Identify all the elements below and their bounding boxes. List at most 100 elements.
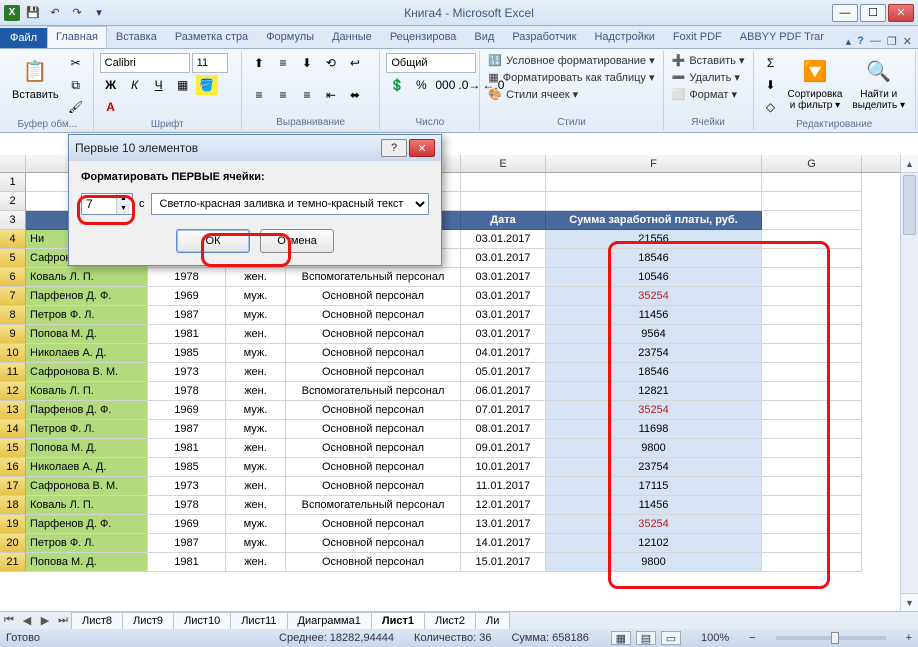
comma-icon[interactable]: 000 bbox=[434, 75, 456, 95]
cell[interactable]: 03.01.2017 bbox=[461, 325, 546, 344]
cell[interactable]: Основной персонал bbox=[286, 363, 461, 382]
cell[interactable]: Парфенов Д. Ф. bbox=[26, 287, 148, 306]
spin-up-icon[interactable]: ▲ bbox=[116, 194, 130, 204]
cell[interactable] bbox=[762, 477, 862, 496]
cell[interactable] bbox=[546, 192, 762, 211]
cell[interactable]: 11456 bbox=[546, 306, 762, 325]
row-header[interactable]: 15 bbox=[0, 439, 26, 458]
cell[interactable]: Основной персонал bbox=[286, 306, 461, 325]
underline-button[interactable]: Ч bbox=[148, 75, 170, 95]
col-header[interactable]: E bbox=[461, 155, 546, 172]
cell[interactable]: жен. bbox=[226, 325, 286, 344]
cell[interactable]: Основной персонал bbox=[286, 420, 461, 439]
page-break-view-icon[interactable]: ▭ bbox=[661, 631, 681, 645]
cell[interactable]: Основной персонал bbox=[286, 344, 461, 363]
cell[interactable]: 1987 bbox=[148, 306, 226, 325]
sheet-nav-last-icon[interactable]: ⏭ bbox=[54, 614, 72, 627]
cell[interactable]: 1981 bbox=[148, 553, 226, 572]
cell[interactable]: муж. bbox=[226, 287, 286, 306]
cut-icon[interactable]: ✂ bbox=[65, 53, 87, 73]
cell[interactable] bbox=[762, 211, 862, 230]
row-header[interactable]: 10 bbox=[0, 344, 26, 363]
page-layout-view-icon[interactable]: ▤ bbox=[636, 631, 656, 645]
cell[interactable]: муж. bbox=[226, 344, 286, 363]
ribbon-tab[interactable]: Вид bbox=[465, 26, 503, 48]
cell[interactable] bbox=[762, 496, 862, 515]
clear-icon[interactable]: ◇ bbox=[760, 97, 782, 117]
cell[interactable] bbox=[762, 382, 862, 401]
align-top-icon[interactable]: ⬆ bbox=[248, 53, 270, 73]
inc-decimal-icon[interactable]: .0→ bbox=[458, 75, 480, 95]
cell[interactable]: 10.01.2017 bbox=[461, 458, 546, 477]
save-icon[interactable]: 💾 bbox=[24, 4, 42, 22]
minimize-ribbon-icon[interactable]: ▴ bbox=[846, 35, 852, 48]
cell[interactable]: муж. bbox=[226, 534, 286, 553]
cell[interactable]: 1973 bbox=[148, 363, 226, 382]
cell[interactable]: 03.01.2017 bbox=[461, 230, 546, 249]
fill-color-button[interactable]: 🪣 bbox=[196, 75, 218, 95]
cell[interactable] bbox=[762, 287, 862, 306]
cell[interactable]: 1985 bbox=[148, 344, 226, 363]
sheet-tab[interactable]: Лист8 bbox=[71, 612, 123, 629]
cell[interactable]: 21556 bbox=[546, 230, 762, 249]
cell[interactable]: жен. bbox=[226, 363, 286, 382]
cell[interactable]: Парфенов Д. Ф. bbox=[26, 515, 148, 534]
cell[interactable]: 1978 bbox=[148, 496, 226, 515]
sheet-tab[interactable]: Лист10 bbox=[173, 612, 231, 629]
cell[interactable]: муж. bbox=[226, 420, 286, 439]
cell[interactable]: 05.01.2017 bbox=[461, 363, 546, 382]
sheet-tab[interactable]: Лист2 bbox=[424, 612, 476, 629]
cell[interactable]: 11698 bbox=[546, 420, 762, 439]
cell[interactable]: 09.01.2017 bbox=[461, 439, 546, 458]
workbook-minimize-icon[interactable]: — bbox=[870, 35, 881, 48]
file-tab[interactable]: Файл bbox=[0, 28, 47, 48]
spin-down-icon[interactable]: ▼ bbox=[116, 204, 130, 214]
cell[interactable]: Сафронова В. М. bbox=[26, 477, 148, 496]
cell[interactable] bbox=[762, 363, 862, 382]
border-button[interactable]: ▦ bbox=[172, 75, 194, 95]
cell[interactable]: 1985 bbox=[148, 458, 226, 477]
row-header[interactable]: 21 bbox=[0, 553, 26, 572]
find-select-button[interactable]: 🔍 Найти и выделить ▾ bbox=[848, 53, 909, 113]
sheet-tab[interactable]: Лист1 bbox=[371, 612, 425, 629]
cell[interactable]: Основной персонал bbox=[286, 477, 461, 496]
cell[interactable]: Основной персонал bbox=[286, 553, 461, 572]
row-header[interactable]: 2 bbox=[0, 192, 26, 211]
row-header[interactable]: 5 bbox=[0, 249, 26, 268]
cell[interactable]: жен. bbox=[226, 496, 286, 515]
cell[interactable] bbox=[762, 173, 862, 192]
cell[interactable]: 12821 bbox=[546, 382, 762, 401]
cell[interactable]: 1981 bbox=[148, 439, 226, 458]
cell[interactable]: 35254 bbox=[546, 287, 762, 306]
row-header[interactable]: 4 bbox=[0, 230, 26, 249]
redo-icon[interactable]: ↷ bbox=[68, 4, 86, 22]
count-spinner[interactable]: ▲▼ bbox=[81, 193, 133, 215]
number-format-select[interactable]: Общий bbox=[386, 53, 476, 73]
undo-icon[interactable]: ↶ bbox=[46, 4, 64, 22]
cell[interactable]: 1978 bbox=[148, 268, 226, 287]
help-icon[interactable]: ? bbox=[857, 35, 864, 48]
cell[interactable]: Николаев А. Д. bbox=[26, 458, 148, 477]
cell[interactable] bbox=[762, 306, 862, 325]
cell[interactable]: 10546 bbox=[546, 268, 762, 287]
row-header[interactable]: 9 bbox=[0, 325, 26, 344]
zoom-in-icon[interactable]: + bbox=[906, 632, 912, 644]
sort-filter-button[interactable]: 🔽 Сортировка и фильтр ▾ bbox=[784, 53, 847, 113]
row-header[interactable]: 1 bbox=[0, 173, 26, 192]
row-header[interactable]: 18 bbox=[0, 496, 26, 515]
cell[interactable]: Основной персонал bbox=[286, 325, 461, 344]
cell[interactable] bbox=[546, 173, 762, 192]
cell[interactable]: Сумма заработной платы, руб. bbox=[546, 211, 762, 230]
row-header[interactable]: 12 bbox=[0, 382, 26, 401]
cell[interactable]: жен. bbox=[226, 477, 286, 496]
select-all-corner[interactable] bbox=[0, 155, 26, 172]
cell[interactable]: 18546 bbox=[546, 363, 762, 382]
cell[interactable]: 15.01.2017 bbox=[461, 553, 546, 572]
ribbon-tab[interactable]: Foxit PDF bbox=[664, 26, 731, 48]
format-cells-button[interactable]: ⬜Формат ▾ bbox=[670, 87, 747, 102]
italic-button[interactable]: К bbox=[124, 75, 146, 95]
cell[interactable]: муж. bbox=[226, 306, 286, 325]
normal-view-icon[interactable]: ▦ bbox=[611, 631, 631, 645]
ribbon-tab[interactable]: Надстройки bbox=[585, 26, 663, 48]
zoom-level[interactable]: 100% bbox=[701, 632, 729, 644]
